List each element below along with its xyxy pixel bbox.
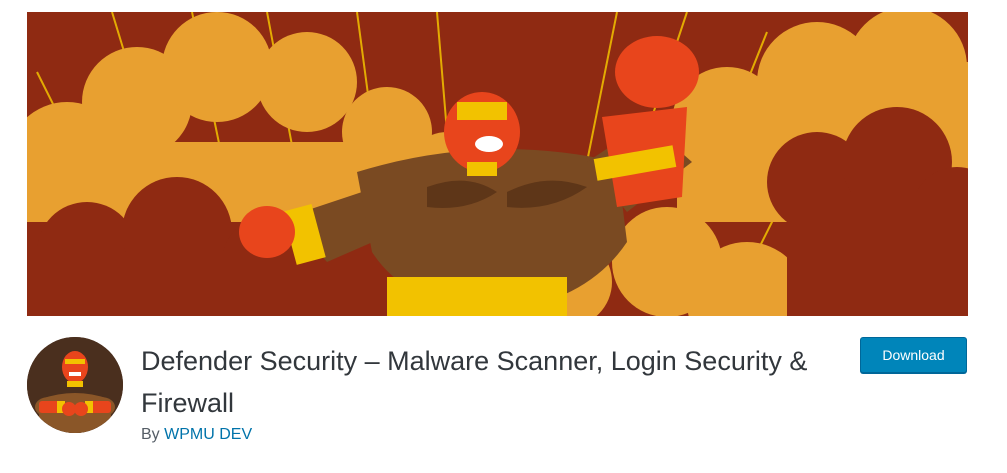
wrestler-banner-illustration [27,12,968,316]
plugin-banner [27,12,968,316]
plugin-page: Defender Security – Malware Scanner, Log… [0,0,1007,473]
wrestler-avatar-icon [27,337,123,433]
plugin-title: Defender Security – Malware Scanner, Log… [141,346,808,418]
download-button[interactable]: Download [860,337,967,373]
plugin-author: By WPMU DEV [141,425,252,445]
plugin-icon [27,337,123,433]
author-link[interactable]: WPMU DEV [164,426,252,443]
author-prefix: By [141,426,160,443]
